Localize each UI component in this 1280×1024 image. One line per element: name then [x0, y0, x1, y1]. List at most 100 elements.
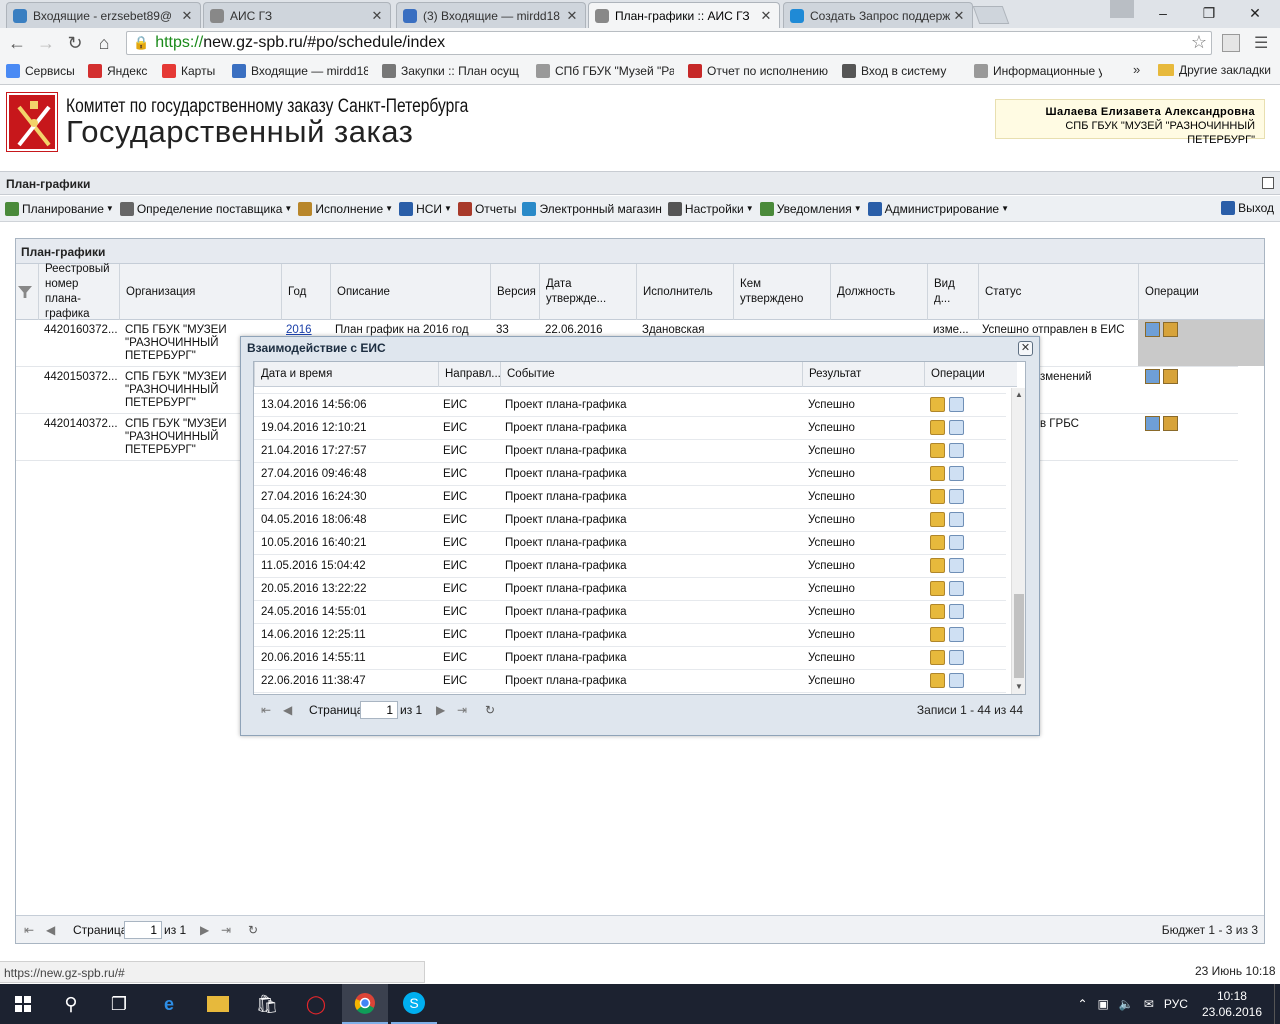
profile-icon[interactable]	[1110, 0, 1134, 18]
document-icon[interactable]	[949, 512, 964, 527]
column-header[interactable]: Статус	[978, 264, 1138, 320]
table-row[interactable]: 10.05.2016 16:40:21 ЕИС Проект плана-графи…	[254, 532, 1006, 555]
refresh-icon[interactable]: ↻	[248, 923, 258, 937]
document-icon[interactable]	[949, 581, 964, 596]
menu-item[interactable]: НСИ ▼	[399, 201, 452, 216]
bookmark-star-icon[interactable]: ☆	[1191, 32, 1207, 53]
tab-close-icon[interactable]: ✕	[180, 8, 194, 24]
skype-icon[interactable]: S	[391, 984, 437, 1024]
extension-icon[interactable]	[1222, 34, 1240, 52]
bookmarks-more[interactable]: »	[1133, 62, 1140, 77]
tab-close-icon[interactable]: ✕	[759, 8, 773, 24]
edit-icon[interactable]	[1145, 322, 1160, 337]
table-row[interactable]: 24.05.2016 14:55:01 ЕИС Проект плана-графи…	[254, 601, 1006, 624]
table-row[interactable]: 27.04.2016 16:24:30 ЕИС Проект плана-графи…	[254, 486, 1006, 509]
document-icon[interactable]	[949, 397, 964, 412]
column-header[interactable]: Кем утверждено	[733, 264, 830, 320]
next-page-icon[interactable]: ▶	[200, 923, 209, 937]
next-page-icon[interactable]: ▶	[436, 703, 445, 717]
prev-page-icon[interactable]: ◀	[283, 703, 292, 717]
first-page-icon[interactable]: ⇤	[24, 923, 34, 937]
browser-tab[interactable]: (3) Входящие — mirdd18 ✕	[396, 2, 586, 28]
column-header[interactable]: Дата и время	[254, 362, 438, 387]
table-row[interactable]: 22.06.2016 11:38:47 ЕИС Проект плана-графи…	[254, 670, 1006, 693]
notifications-icon[interactable]: ✉	[1144, 997, 1154, 1011]
user-info-box[interactable]: Шалаева Елизавета Александровна СПБ ГБУК…	[995, 99, 1265, 146]
emblem-icon[interactable]	[1163, 416, 1178, 431]
package-icon[interactable]	[930, 558, 945, 573]
back-icon[interactable]: ←	[4, 30, 30, 56]
package-icon[interactable]	[930, 604, 945, 619]
chrome-icon[interactable]	[342, 984, 388, 1024]
table-row[interactable]: 20.06.2016 14:55:11 ЕИС Проект плана-графи…	[254, 647, 1006, 670]
bookmark-item[interactable]: СПб ГБУК "Музей "Ра	[536, 64, 674, 78]
url-field[interactable]: 🔒 https://new.gz-spb.ru/#po/schedule/ind…	[126, 31, 1212, 55]
bookmark-item[interactable]: Закупки :: План осущ	[382, 64, 522, 78]
chrome-menu-icon[interactable]: ☰	[1254, 33, 1268, 53]
package-icon[interactable]	[930, 397, 945, 412]
document-icon[interactable]	[949, 420, 964, 435]
table-row[interactable]: 13.04.2016 14:56:06 ЕИС Проект плана-графи…	[254, 394, 1006, 417]
menu-item[interactable]: Электронный магазин	[522, 201, 662, 216]
show-desktop[interactable]	[1274, 984, 1280, 1024]
file-explorer-icon[interactable]	[195, 984, 241, 1024]
scrollbar[interactable]: ▲ ▼	[1011, 388, 1025, 694]
clock[interactable]: 10:18 23.06.2016	[1202, 988, 1262, 1020]
edit-icon[interactable]	[1145, 369, 1160, 384]
menu-item[interactable]: Администрирование ▼	[867, 201, 1009, 216]
bookmark-item[interactable]: Входящие — mirdd18	[232, 64, 368, 78]
table-row[interactable]: 14.06.2016 12:25:11 ЕИС Проект плана-графи…	[254, 624, 1006, 647]
document-icon[interactable]	[949, 535, 964, 550]
last-page-icon[interactable]: ⇥	[221, 923, 231, 937]
package-icon[interactable]	[930, 627, 945, 642]
package-icon[interactable]	[930, 420, 945, 435]
menu-item[interactable]: Исполнение ▼	[298, 201, 393, 216]
bookmark-item[interactable]: Яндекс	[88, 64, 148, 78]
column-header[interactable]: Направл...	[438, 362, 500, 387]
bookmark-item[interactable]: Вход в систему	[842, 64, 960, 78]
column-header[interactable]: Версия	[490, 264, 539, 320]
column-header[interactable]: Должность	[830, 264, 927, 320]
document-icon[interactable]	[949, 604, 964, 619]
table-row[interactable]: 04.05.2016 18:06:48 ЕИС Проект плана-графи…	[254, 509, 1006, 532]
minimize-icon[interactable]: –	[1140, 0, 1186, 26]
package-icon[interactable]	[930, 673, 945, 688]
package-icon[interactable]	[930, 535, 945, 550]
collapse-icon[interactable]	[1262, 177, 1274, 189]
column-header[interactable]: Исполнитель	[636, 264, 733, 320]
table-row[interactable]: 27.04.2016 09:46:48 ЕИС Проект плана-графи…	[254, 463, 1006, 486]
page-input[interactable]: 1	[124, 921, 162, 939]
column-header[interactable]: Операции	[924, 362, 1017, 387]
column-header[interactable]: Описание	[330, 264, 490, 320]
filter-icon[interactable]	[18, 286, 32, 298]
table-row[interactable]: 21.04.2016 17:27:57 ЕИС Проект плана-графи…	[254, 440, 1006, 463]
opera-icon[interactable]: ◯	[293, 984, 339, 1024]
document-icon[interactable]	[949, 627, 964, 642]
store-icon[interactable]: 🛍	[244, 984, 290, 1024]
column-header[interactable]: Реестровый номер плана-графика	[38, 263, 119, 320]
task-view-icon[interactable]: ❐	[96, 984, 142, 1024]
column-header[interactable]: Операции	[1138, 264, 1264, 320]
package-icon[interactable]	[930, 581, 945, 596]
refresh-icon[interactable]: ↻	[485, 703, 495, 717]
restore-icon[interactable]: ❐	[1186, 0, 1232, 26]
menu-item[interactable]: Уведомления ▼	[759, 201, 862, 216]
edge-icon[interactable]: e	[146, 984, 192, 1024]
document-icon[interactable]	[949, 443, 964, 458]
close-icon[interactable]: ✕	[1018, 341, 1033, 356]
menu-item[interactable]: Определение поставщика ▼	[119, 201, 292, 216]
reload-icon[interactable]: ↻	[62, 30, 88, 56]
menu-item[interactable]: Отчеты	[457, 201, 516, 216]
menu-item[interactable]: Планирование ▼	[5, 201, 114, 216]
tab-close-icon[interactable]: ✕	[565, 8, 579, 24]
edit-icon[interactable]	[1145, 416, 1160, 431]
column-header[interactable]: Дата утвержде...	[539, 264, 636, 320]
package-icon[interactable]	[930, 512, 945, 527]
bookmark-item[interactable]: Информационные ус	[974, 64, 1102, 78]
search-icon[interactable]: ⚲	[48, 984, 94, 1024]
network-icon[interactable]: ▣	[1098, 997, 1109, 1011]
browser-tab[interactable]: План-графики :: АИС ГЗ ✕	[588, 2, 780, 28]
table-row[interactable]: 11.05.2016 15:04:42 ЕИС Проект плана-графи…	[254, 555, 1006, 578]
emblem-icon[interactable]	[1163, 369, 1178, 384]
column-header[interactable]: Организация	[119, 264, 281, 320]
